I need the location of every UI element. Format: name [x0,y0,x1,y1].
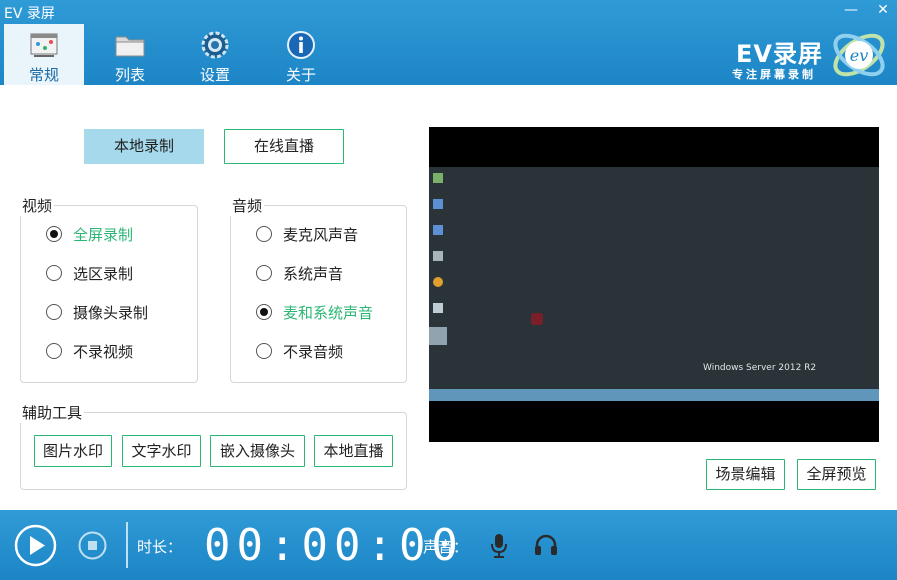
local-live-button[interactable]: 本地直播 [314,435,393,467]
radio-icon [46,343,62,359]
bottom-bar: 时长： 00:00:00 声音： [0,510,897,580]
audio-option-label: 麦和系统声音 [283,303,374,322]
tab-list-label: 列表 [114,66,145,84]
radio-icon [256,343,272,359]
general-icon [30,33,58,57]
video-option-label: 摄像头录制 [73,303,149,322]
radio-icon [256,226,272,242]
radio-selected-icon [256,304,272,320]
info-icon [287,31,315,59]
video-group-label: 视频 [20,195,55,216]
video-option-label: 选区录制 [73,264,134,283]
cursor-icon [531,313,543,325]
tab-about-label: 关于 [285,66,316,84]
window-title: EV 录屏 [4,6,55,22]
radio-icon [46,265,62,281]
fullscreen-preview-button[interactable]: 全屏预览 [797,459,876,490]
audio-option-mic[interactable]: 麦克风声音 [256,223,358,245]
duration-label: 时长： [137,538,183,556]
gear-icon [201,31,229,59]
play-icon[interactable] [14,524,57,567]
svg-text:ev: ev [850,46,869,65]
audio-option-mic-and-system[interactable]: 麦和系统声音 [256,301,373,323]
tab-general[interactable]: 常规 [4,24,84,85]
video-option-label: 全屏录制 [73,225,134,244]
audio-option-none[interactable]: 不录音频 [256,340,343,362]
audio-option-label: 麦克风声音 [283,225,359,244]
local-record-button[interactable]: 本地录制 [84,129,204,164]
ev-logo-icon: ev [833,33,885,77]
stop-icon[interactable] [78,531,107,560]
top-bar: EV 录屏 — ✕ 常规 列表 设置 关于 EV录屏 专注屏幕录制 ev [0,0,897,85]
radio-icon [46,304,62,320]
video-option-fullscreen[interactable]: 全屏录制 [46,223,133,245]
video-option-none[interactable]: 不录视频 [46,340,133,362]
tab-list[interactable]: 列表 [90,24,170,85]
headphones-icon[interactable] [533,532,559,558]
os-watermark: Windows Server 2012 R2 [703,363,817,373]
video-option-region[interactable]: 选区录制 [46,262,133,284]
audio-group-label: 音频 [230,195,265,216]
minimize-button[interactable]: — [841,2,861,18]
radio-selected-icon [46,226,62,242]
image-watermark-button[interactable]: 图片水印 [34,435,112,467]
preview-screen[interactable]: Windows Server 2012 R2 [429,127,879,442]
desktop-icons [429,173,447,345]
tab-about[interactable]: 关于 [261,24,341,85]
desktop-preview: Windows Server 2012 R2 [429,167,879,389]
preview-taskbar [429,389,879,401]
live-stream-button[interactable]: 在线直播 [224,129,344,164]
tab-settings[interactable]: 设置 [175,24,255,85]
embed-camera-button[interactable]: 嵌入摄像头 [210,435,305,467]
microphone-icon[interactable] [488,532,510,560]
sound-label: 声音： [423,538,469,556]
tab-settings-label: 设置 [199,66,230,84]
tools-group-label: 辅助工具 [20,402,85,423]
logo-subtitle: 专注屏幕录制 [732,68,816,81]
video-option-label: 不录视频 [73,342,134,361]
text-watermark-button[interactable]: 文字水印 [122,435,201,467]
audio-option-system[interactable]: 系统声音 [256,262,343,284]
divider [126,522,128,568]
audio-option-label: 不录音频 [283,342,344,361]
logo-text: EV录屏 [736,40,823,68]
scene-edit-button[interactable]: 场景编辑 [706,459,785,490]
video-option-camera[interactable]: 摄像头录制 [46,301,148,323]
tab-general-label: 常规 [28,66,59,84]
folder-icon [115,36,145,57]
radio-icon [256,265,272,281]
close-button[interactable]: ✕ [873,2,893,18]
audio-option-label: 系统声音 [283,264,344,283]
